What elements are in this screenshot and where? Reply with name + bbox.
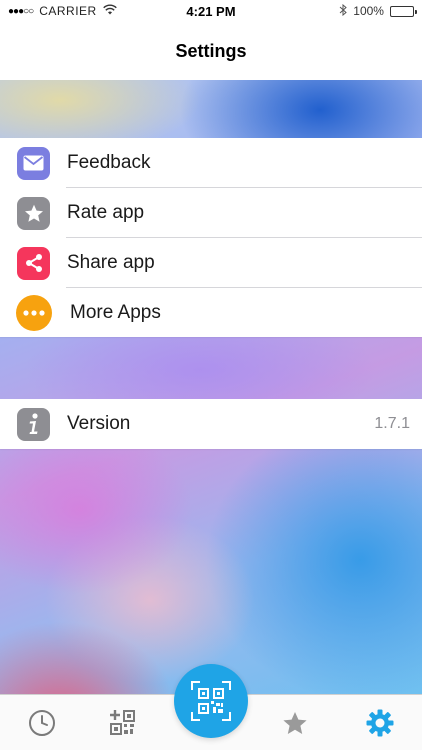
navigation-bar: Settings [0,22,422,80]
settings-row-label: More Apps [70,302,161,323]
carrier-name: CARRIER [39,4,97,18]
qr-create-icon [110,710,135,735]
settings-row-version: Version 1.7.1 [0,399,422,449]
status-left: ●●●○○ CARRIER [8,4,158,18]
info-icon [17,407,50,441]
signal-strength: ●●●○○ [8,5,34,17]
settings-row-label: Rate app [67,202,145,223]
star-icon [17,196,50,230]
battery-percent: 100% [353,4,384,18]
more-dots-icon [16,295,52,331]
tab-settings[interactable] [364,707,396,739]
settings-row-share-app[interactable]: Share app [0,238,422,288]
settings-row-label: Share app [67,252,155,273]
bluetooth-icon [339,3,348,19]
settings-row-rate-app[interactable]: Rate app [0,188,422,238]
status-right: 100% [264,3,417,19]
status-time: 4:21 PM [186,3,236,19]
version-value: 1.7.1 [374,415,410,432]
settings-group: Feedback Rate app Share app More Apps [0,138,422,337]
share-icon [17,246,50,280]
settings-row-more-apps[interactable]: More Apps [0,288,422,338]
tab-create[interactable] [107,707,139,739]
status-bar: ●●●○○ CARRIER 4:21 PM 100% [0,0,422,22]
gear-icon [366,709,394,737]
scan-qr-button[interactable] [174,664,248,738]
wifi-icon [102,4,117,18]
page-title: Settings [175,40,247,61]
version-group: Version 1.7.1 [0,399,422,449]
settings-screen: ●●●○○ CARRIER 4:21 PM 100% Settings Feed… [0,0,422,750]
tab-history[interactable] [26,707,58,739]
clock-icon [29,710,55,736]
envelope-icon [17,146,50,180]
battery-icon [389,5,417,17]
star-icon [283,711,307,734]
settings-row-feedback[interactable]: Feedback [0,138,422,188]
tab-favorites[interactable] [279,707,311,739]
settings-row-label: Feedback [67,152,151,173]
qr-scan-icon [191,681,231,721]
version-label: Version [67,413,131,434]
